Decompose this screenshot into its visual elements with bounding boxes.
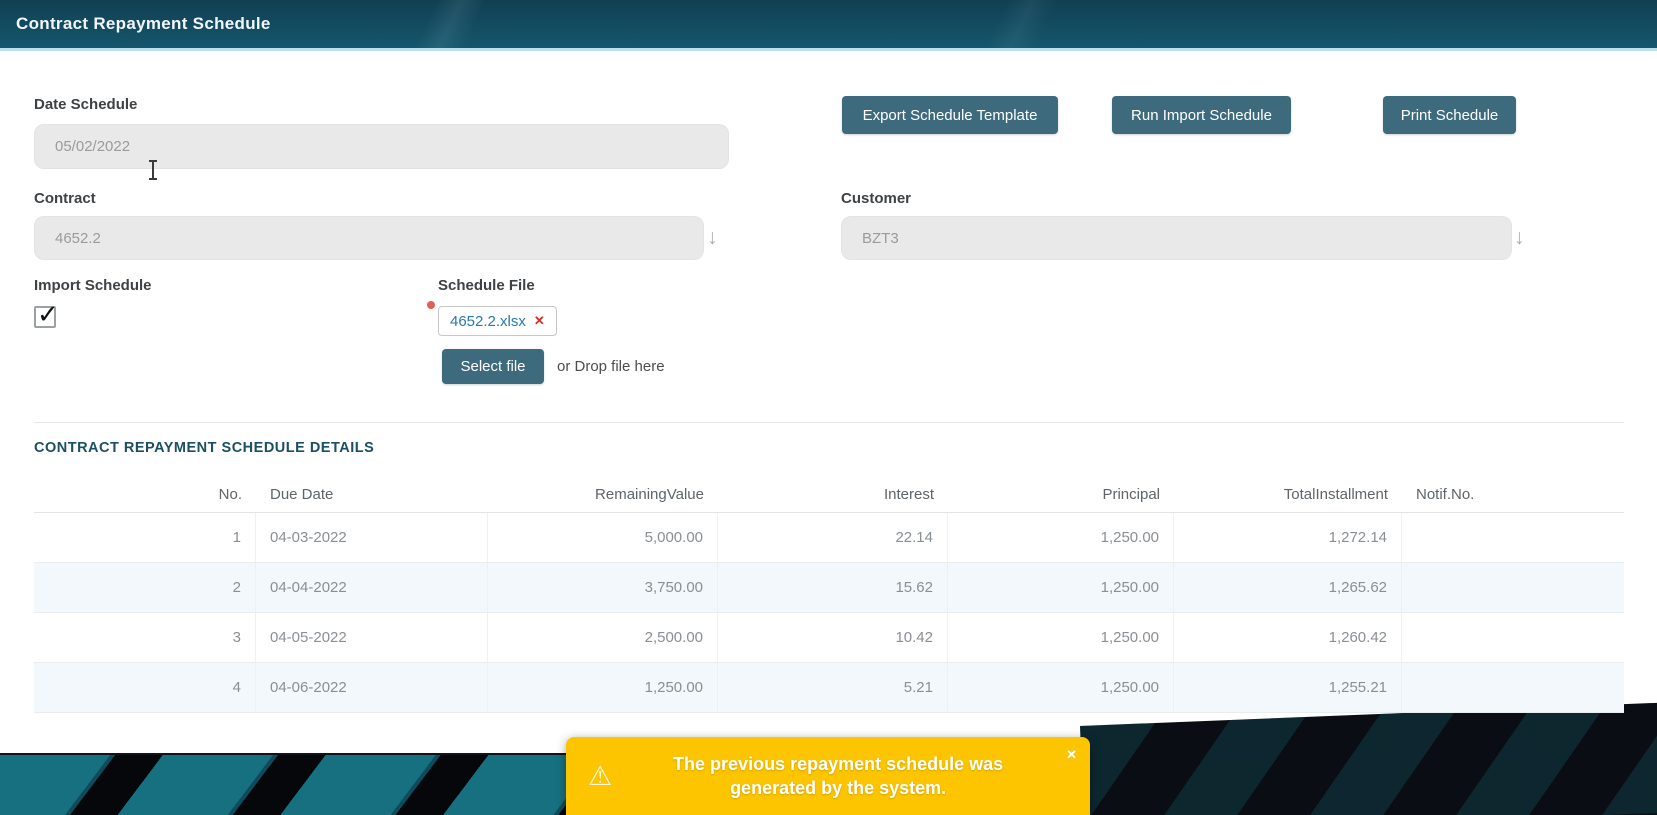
- cell-due-date: 04-06-2022: [256, 663, 488, 712]
- col-header-total-installment: TotalInstallment: [1174, 477, 1402, 512]
- check-icon: ✓: [37, 299, 59, 330]
- cell-due-date: 04-03-2022: [256, 513, 488, 562]
- cell-notif-no: [1402, 663, 1624, 712]
- col-header-due-date: Due Date: [256, 477, 488, 512]
- col-header-no: No.: [34, 477, 256, 512]
- titlebar-accent-line: [0, 48, 1657, 51]
- table-row[interactable]: 2 04-04-2022 3,750.00 15.62 1,250.00 1,2…: [34, 563, 1624, 613]
- schedule-file-label: Schedule File: [438, 277, 535, 294]
- run-import-schedule-button[interactable]: Run Import Schedule: [1112, 96, 1291, 134]
- page-title: Contract Repayment Schedule: [0, 14, 271, 34]
- cell-no: 1: [34, 513, 256, 562]
- details-section-heading: CONTRACT REPAYMENT SCHEDULE DETAILS: [34, 440, 374, 456]
- col-header-principal: Principal: [948, 477, 1174, 512]
- cell-principal: 1,250.00: [948, 513, 1174, 562]
- table-header-row: No. Due Date RemainingValue Interest Pri…: [34, 477, 1624, 513]
- cell-interest: 5.21: [718, 663, 948, 712]
- select-file-button[interactable]: Select file: [442, 349, 544, 384]
- print-schedule-button[interactable]: Print Schedule: [1383, 96, 1516, 134]
- table-row[interactable]: 3 04-05-2022 2,500.00 10.42 1,250.00 1,2…: [34, 613, 1624, 663]
- cell-notif-no: [1402, 613, 1624, 662]
- cell-interest: 10.42: [718, 613, 948, 662]
- import-schedule-checkbox[interactable]: ✓: [34, 306, 56, 328]
- cell-total-installment: 1,265.62: [1174, 563, 1402, 612]
- cell-total-installment: 1,260.42: [1174, 613, 1402, 662]
- import-schedule-label: Import Schedule: [34, 277, 152, 294]
- cell-principal: 1,250.00: [948, 663, 1174, 712]
- table-row[interactable]: 4 04-06-2022 1,250.00 5.21 1,250.00 1,25…: [34, 663, 1624, 713]
- customer-label: Customer: [841, 190, 911, 207]
- date-schedule-label: Date Schedule: [34, 96, 137, 113]
- cell-total-installment: 1,272.14: [1174, 513, 1402, 562]
- contract-label: Contract: [34, 190, 96, 207]
- remove-file-icon[interactable]: ✕: [534, 313, 545, 329]
- cell-no: 4: [34, 663, 256, 712]
- toast-close-icon[interactable]: ✕: [1066, 748, 1077, 761]
- required-dot-icon: [427, 301, 435, 309]
- cell-notif-no: [1402, 513, 1624, 562]
- export-schedule-template-button[interactable]: Export Schedule Template: [842, 96, 1058, 134]
- contract-input[interactable]: [34, 216, 704, 260]
- cell-principal: 1,250.00: [948, 613, 1174, 662]
- section-divider: [34, 422, 1624, 423]
- cell-remaining-value: 3,750.00: [488, 563, 718, 612]
- cell-remaining-value: 1,250.00: [488, 663, 718, 712]
- cell-notif-no: [1402, 563, 1624, 612]
- titlebar: Contract Repayment Schedule: [0, 0, 1657, 48]
- repayment-schedule-table: No. Due Date RemainingValue Interest Pri…: [34, 477, 1624, 713]
- cell-due-date: 04-04-2022: [256, 563, 488, 612]
- text-cursor-ibeam: [148, 160, 158, 180]
- table-row[interactable]: 1 04-03-2022 5,000.00 22.14 1,250.00 1,2…: [34, 513, 1624, 563]
- cell-no: 3: [34, 613, 256, 662]
- warning-toast: ⚠ The previous repayment schedule was ge…: [566, 737, 1090, 815]
- cell-no: 2: [34, 563, 256, 612]
- schedule-file-chip: 4652.2.xlsx ✕: [438, 306, 557, 336]
- warning-icon: ⚠: [588, 763, 612, 790]
- customer-dropdown-arrow-icon[interactable]: ↓: [1514, 227, 1525, 248]
- cell-interest: 15.62: [718, 563, 948, 612]
- col-header-interest: Interest: [718, 477, 948, 512]
- cell-interest: 22.14: [718, 513, 948, 562]
- contract-repayment-schedule-page: Contract Repayment Schedule Date Schedul…: [0, 0, 1657, 815]
- file-name: 4652.2.xlsx: [450, 313, 526, 330]
- contract-dropdown-arrow-icon[interactable]: ↓: [707, 227, 718, 248]
- cell-principal: 1,250.00: [948, 563, 1174, 612]
- cell-due-date: 04-05-2022: [256, 613, 488, 662]
- cell-remaining-value: 5,000.00: [488, 513, 718, 562]
- col-header-notif-no: Notif.No.: [1402, 477, 1624, 512]
- toast-message: The previous repayment schedule was gene…: [659, 752, 1044, 800]
- date-schedule-input[interactable]: [34, 124, 729, 169]
- customer-input[interactable]: [841, 216, 1512, 260]
- col-header-remaining-value: RemainingValue: [488, 477, 718, 512]
- cell-remaining-value: 2,500.00: [488, 613, 718, 662]
- drop-file-hint: or Drop file here: [557, 358, 665, 375]
- cell-total-installment: 1,255.21: [1174, 663, 1402, 712]
